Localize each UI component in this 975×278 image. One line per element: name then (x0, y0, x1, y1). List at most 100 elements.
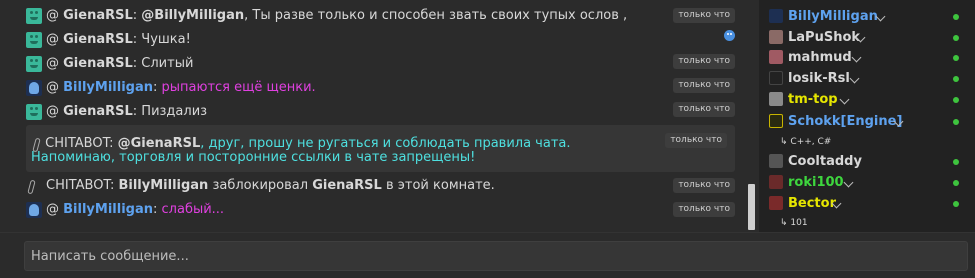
avatar (769, 154, 783, 168)
user-item[interactable]: losik-Rsl (769, 69, 975, 89)
message-text: Слитый (141, 56, 194, 71)
avatar[interactable] (26, 104, 42, 120)
user-item[interactable]: mahmud (769, 48, 975, 68)
user-item[interactable]: Schokk[Engine] (769, 112, 975, 132)
online-dot-icon (953, 159, 959, 165)
message-row: @ GienaRSL: Слитый только что (26, 54, 735, 72)
user-item[interactable]: BillyMilligan (769, 7, 975, 27)
time-badge: только что (665, 133, 727, 148)
user-name[interactable]: tm-top (788, 92, 838, 107)
user-subtitle: C++, C# (790, 137, 832, 147)
online-dot-icon (953, 201, 959, 207)
message-mention[interactable]: @BillyMilligan (141, 8, 244, 23)
user-name[interactable]: losik-Rsl (788, 71, 850, 86)
bot-name: CHITABOT (46, 178, 110, 193)
time-badge: только что (673, 78, 735, 93)
user-name[interactable]: Cooltaddy (788, 154, 862, 169)
online-dot-icon (953, 97, 959, 103)
user-list: BillyMilligan LaPuShok mahmud losik-Rsl … (759, 0, 975, 232)
message-nick[interactable]: GienaRSL (63, 56, 133, 71)
time-badge: только что (673, 8, 735, 23)
time-badge: только что (673, 202, 735, 217)
message-text: слабый... (161, 202, 225, 217)
time-badge: только что (673, 54, 735, 69)
user-name[interactable]: BillyMilligan (788, 9, 878, 24)
action-tail: в этой комнате. (381, 178, 495, 193)
message-prefix: @ (46, 104, 64, 119)
message-row: @ GienaRSL: Пиздализ только что (26, 102, 735, 120)
message-nick[interactable]: BillyMilligan (63, 202, 153, 217)
user-item[interactable]: LaPuShok (769, 28, 975, 48)
message-prefix: @ (46, 80, 64, 95)
avatar[interactable] (26, 8, 42, 24)
bot-sep: : (109, 136, 118, 151)
bot-text-line2: Напоминаю, торговля и посторонние ссылки… (31, 150, 476, 165)
message-row: @ BillyMilligan: слабый... только что (26, 202, 735, 218)
message-prefix: @ (46, 32, 64, 47)
message-text: Чушка! (141, 32, 191, 47)
user-item[interactable]: Bector (769, 194, 975, 214)
sub-arrow-icon: ↳ (780, 137, 791, 147)
chevron-down-icon[interactable] (851, 52, 862, 63)
action-actor[interactable]: BillyMilligan (118, 178, 208, 193)
online-dot-icon (953, 35, 959, 41)
avatar[interactable] (26, 56, 42, 72)
message-input[interactable] (24, 241, 968, 271)
chevron-down-icon[interactable] (839, 94, 850, 105)
message-sep: : (153, 202, 162, 217)
chat-panel: @ GienaRSL: @BillyMilligan, Ты разве тол… (0, 0, 745, 232)
avatar[interactable] (26, 202, 42, 218)
avatar (769, 71, 783, 85)
user-item[interactable]: roki100 (769, 173, 975, 193)
message-nick[interactable]: GienaRSL (63, 8, 133, 23)
user-name[interactable]: roki100 (788, 175, 844, 190)
user-subtitle: 101 (790, 218, 808, 228)
message-nick[interactable]: GienaRSL (63, 104, 133, 119)
message-prefix: @ (46, 8, 64, 23)
avatar[interactable] (26, 80, 42, 96)
avatar (769, 196, 783, 210)
message-nick[interactable]: GienaRSL (63, 32, 133, 47)
time-badge: только что (673, 102, 735, 117)
online-dot-icon (953, 55, 959, 61)
message-text: рыпаются ещё щенки. (161, 80, 316, 95)
online-dot-icon (953, 180, 959, 186)
chevron-down-icon[interactable] (843, 177, 854, 188)
avatar (769, 9, 783, 23)
bot-text-line1: , друг, прошу не ругаться и соблюдать пр… (200, 136, 571, 151)
bot-icon (31, 136, 41, 150)
composer-bar (0, 232, 975, 278)
avatar (769, 175, 783, 189)
message-row: @ GienaRSL: @BillyMilligan, Ты разве тол… (26, 8, 735, 24)
scrollbar-thumb[interactable] (748, 184, 755, 230)
message-row: @ BillyMilligan: рыпаются ещё щенки. тол… (26, 78, 735, 96)
time-badge: только что (673, 178, 735, 193)
avatar (769, 114, 783, 128)
bot-name: CHITABOT (45, 136, 110, 151)
emoji-icon[interactable] (724, 30, 735, 41)
user-item[interactable]: Cooltaddy (769, 152, 975, 172)
user-name[interactable]: Bector (788, 196, 836, 211)
bot-notice: CHITABOT: @GienaRSL, друг, прошу не руга… (26, 125, 735, 172)
avatar (769, 50, 783, 64)
message-prefix: @ (46, 202, 64, 217)
bot-mention[interactable]: @GienaRSL (118, 136, 201, 151)
avatar (769, 30, 783, 44)
action-text: заблокировал (208, 178, 313, 193)
sub-arrow-icon: ↳ (780, 218, 791, 228)
user-item[interactable]: tm-top (769, 90, 975, 110)
user-name[interactable]: Schokk[Engine] (788, 114, 902, 129)
avatar[interactable] (26, 32, 42, 48)
message-prefix: @ (46, 56, 64, 71)
message-nick[interactable]: BillyMilligan (63, 80, 153, 95)
online-dot-icon (953, 14, 959, 20)
action-target[interactable]: GienaRSL (312, 178, 382, 193)
chevron-down-icon[interactable] (849, 73, 860, 84)
user-name[interactable]: LaPuShok (788, 30, 860, 45)
online-dot-icon (953, 119, 959, 125)
bot-icon (26, 178, 36, 194)
message-row: CHITABOT: BillyMilligan заблокировал Gie… (26, 178, 735, 194)
message-text: , Ты разве только и способен звать своих… (244, 8, 628, 23)
message-text: Пиздализ (141, 104, 208, 119)
user-name[interactable]: mahmud (788, 50, 852, 65)
